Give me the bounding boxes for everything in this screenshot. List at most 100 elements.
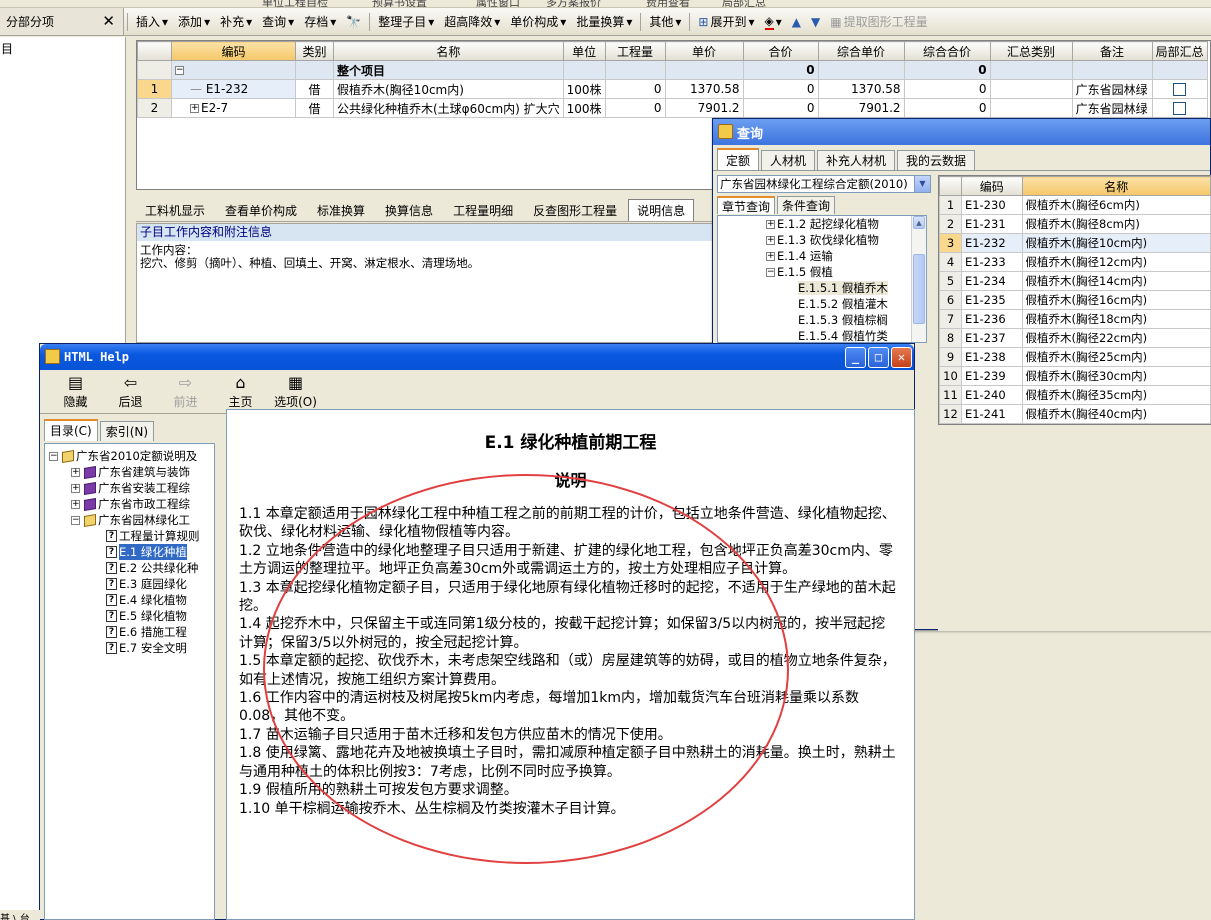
row-code[interactable]: + E2-7 (171, 98, 296, 118)
table-row[interactable]: 9 E1-238 假植乔木(胸径25cm内) (939, 347, 1211, 367)
back-button[interactable]: ⇦ 后退 (103, 373, 158, 410)
row-code[interactable]: — E1-232 (171, 79, 296, 99)
top-item[interactable]: 属性窗口 (476, 0, 520, 7)
table-row[interactable]: 2 + E2-7 借 公共绿化种植乔木(土球φ60cm内) 扩大穴 100株 0 … (137, 98, 1208, 118)
table-row[interactable]: 5 E1-234 假植乔木(胸径14cm内) (939, 271, 1211, 291)
row-number[interactable]: 2 (137, 98, 172, 118)
archive-button[interactable]: 存档 ▾ (299, 13, 341, 30)
help-tree-item[interactable]: ? E.5 绿化植物 (49, 608, 214, 624)
help-tree-item[interactable]: + 广东省建筑与装饰 (49, 464, 214, 480)
table-row[interactable]: 1 E1-230 假植乔木(胸径6cm内) (939, 195, 1211, 215)
tree-item[interactable]: E.1.5.3 假植棕榈 (718, 312, 926, 328)
row-number[interactable]: 1 (137, 79, 172, 99)
tab-condition-query[interactable]: 条件查询 (777, 196, 836, 214)
col-header-price[interactable]: 单价 (664, 41, 744, 61)
tab-reverse-graphic-quantity[interactable]: 反查图形工程量 (524, 199, 626, 221)
col-header-total[interactable]: 合价 (742, 41, 819, 61)
table-row[interactable]: 3 E1-232 假植乔木(胸径10cm内) (939, 233, 1211, 253)
help-tree-item[interactable]: ? E.1 绿化种植 (49, 544, 214, 560)
tree-scrollbar[interactable]: ▲ (911, 216, 926, 342)
unit-price-composition-button[interactable]: 单价构成 ▾ (505, 13, 571, 30)
top-item[interactable]: 多方案报价 (546, 0, 601, 7)
col-header-code[interactable]: 编码 (960, 176, 1023, 196)
tab-chapter-query[interactable]: 章节查询 (717, 196, 776, 214)
tree-item[interactable]: E.1.5.4 假植竹类 (718, 328, 926, 342)
help-tree-item[interactable]: ? E.2 公共绿化种 (49, 560, 214, 576)
table-row[interactable]: 6 E1-235 假植乔木(胸径16cm内) (939, 290, 1211, 310)
help-tree-item[interactable]: ? E.6 措施工程 (49, 624, 214, 640)
supplement-button[interactable]: 补充 ▾ (215, 13, 257, 30)
tab-unit-price-composition[interactable]: 查看单价构成 (216, 199, 306, 221)
query-titlebar[interactable]: 查询 (713, 119, 1210, 145)
table-row[interactable]: 1 — E1-232 借 假植乔木(胸径10cm内) 100株 0 1370.5… (137, 79, 1208, 99)
home-button[interactable]: ⌂ 主页 (213, 373, 268, 410)
col-header-composite-total[interactable]: 综合合价 (903, 41, 991, 61)
table-row[interactable]: 7 E1-236 假植乔木(胸径18cm内) (939, 309, 1211, 329)
tab-standard-conversion[interactable]: 标准换算 (308, 199, 374, 221)
add-button[interactable]: 添加 ▾ (173, 13, 215, 30)
col-header-partial-summary[interactable]: 局部汇总 (1151, 41, 1208, 61)
help-tree-item[interactable]: − 广东省园林绿化工 (49, 512, 214, 528)
help-tree-item[interactable]: + 广东省安装工程综 (49, 480, 214, 496)
col-header-name[interactable]: 名称 (333, 41, 564, 61)
tab-material-display[interactable]: 工料机显示 (136, 199, 214, 221)
tab-supplementary-lmm[interactable]: 补充人材机 (817, 150, 896, 170)
help-titlebar[interactable]: HTML Help _ □ ✕ (40, 344, 914, 370)
move-down-button[interactable]: ▼ (806, 15, 825, 29)
binoculars-icon[interactable]: 🔭 (341, 15, 366, 29)
col-header-unit[interactable]: 单位 (562, 41, 606, 61)
help-tree-item[interactable]: ? 工程量计算规则 (49, 528, 214, 544)
batch-conversion-button[interactable]: 批量换算 ▾ (571, 13, 637, 30)
top-item[interactable]: 费用查看 (646, 0, 690, 7)
help-tree-item[interactable]: + 广东省市政工程综 (49, 496, 214, 512)
tab-my-cloud-data[interactable]: 我的云数据 (897, 150, 976, 170)
quota-library-select[interactable]: 广东省园林绿化工程综合定额(2010) ▼ (717, 175, 931, 193)
col-header-qty[interactable]: 工程量 (604, 41, 666, 61)
top-item[interactable]: 单位工程自检 (262, 0, 328, 7)
tab-quantity-detail[interactable]: 工程量明细 (444, 199, 522, 221)
left-tree-root[interactable]: 目 (0, 37, 125, 57)
tab-description-info[interactable]: 说明信息 (628, 199, 695, 221)
tree-item[interactable]: + E.1.4 运输 (718, 248, 926, 264)
tab-quota[interactable]: 定额 (717, 148, 760, 170)
height-reduction-button[interactable]: 超高降效 ▾ (439, 13, 505, 30)
col-header-code[interactable]: 编码 (171, 41, 296, 61)
move-up-button[interactable]: ▲ (787, 15, 806, 29)
tree-item[interactable]: + E.1.2 起挖绿化植物 (718, 216, 926, 232)
close-icon[interactable]: ✕ (102, 12, 115, 30)
top-item[interactable]: 预算书设置 (372, 0, 427, 7)
tree-item[interactable]: − E.1.5 假植 (718, 264, 926, 280)
col-header-unit-price[interactable]: 综合单价 (817, 41, 905, 61)
expand-to-button[interactable]: ⊞ 展开到 ▾ (693, 13, 759, 30)
organize-items-button[interactable]: 整理子目 ▾ (373, 13, 439, 30)
forward-button[interactable]: ⇨ 前进 (158, 373, 213, 410)
col-header-summary-type[interactable]: 汇总类别 (989, 41, 1073, 61)
table-row[interactable]: 8 E1-237 假植乔木(胸径22cm内) (939, 328, 1211, 348)
tree-item[interactable]: E.1.5.1 假植乔木 (718, 280, 926, 296)
tree-item[interactable]: E.1.5.2 假植灌木 (718, 296, 926, 312)
table-row[interactable]: 11 E1-240 假植乔木(胸径35cm内) (939, 385, 1211, 405)
close-button[interactable]: ✕ (891, 347, 912, 368)
tab-index[interactable]: 索引(N) (99, 421, 155, 441)
top-item[interactable]: 局部汇总 (722, 0, 766, 7)
table-row[interactable]: 2 E1-231 假植乔木(胸径8cm内) (939, 214, 1211, 234)
tab-conversion-info[interactable]: 换算信息 (376, 199, 442, 221)
group-row[interactable]: − 整个项目 0 0 (137, 60, 1208, 80)
query-button[interactable]: 查询 ▾ (257, 13, 299, 30)
table-row[interactable]: 4 E1-233 假植乔木(胸径12cm内) (939, 252, 1211, 272)
col-header-type[interactable]: 类别 (295, 41, 334, 61)
tab-contents[interactable]: 目录(C) (44, 419, 98, 441)
tree-item[interactable]: + E.1.3 砍伐绿化植物 (718, 232, 926, 248)
maximize-button[interactable]: □ (868, 347, 889, 368)
minimize-button[interactable]: _ (845, 347, 866, 368)
help-tree-item[interactable]: ? E.4 绿化植物 (49, 592, 214, 608)
other-button[interactable]: 其他 ▾ (644, 13, 686, 30)
help-tree-item[interactable]: ? E.7 安全文明 (49, 640, 214, 656)
col-header-name[interactable]: 名称 (1021, 176, 1211, 196)
table-row[interactable]: 10 E1-239 假植乔木(胸径30cm内) (939, 366, 1211, 386)
help-tree-item[interactable]: ? E.3 庭园绿化 (49, 576, 214, 592)
fill-color-button[interactable]: ◈ ▾ (760, 14, 787, 30)
table-row[interactable]: 12 E1-241 假植乔木(胸径40cm内) (939, 404, 1211, 424)
extract-graphic-quantity-button[interactable]: ▦ 提取图形工程量 (825, 13, 932, 30)
tab-labor-material-machine[interactable]: 人材机 (761, 150, 816, 170)
